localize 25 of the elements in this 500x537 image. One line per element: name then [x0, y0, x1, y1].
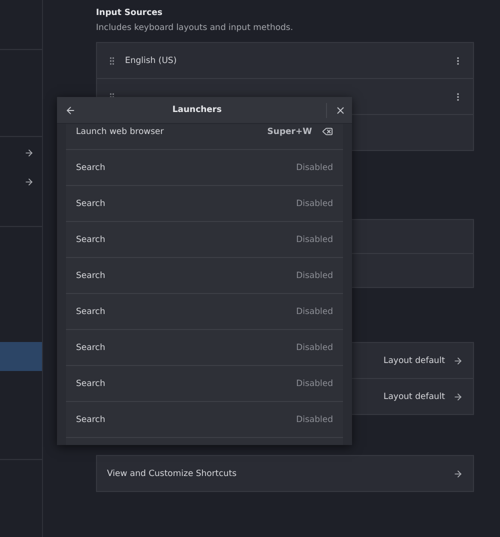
setting-value: Layout default	[383, 356, 445, 366]
shortcut-name: Search	[76, 234, 106, 244]
shortcut-key: Disabled	[296, 162, 333, 172]
setting-value: Layout default	[383, 392, 445, 402]
shortcut-name: Search	[76, 198, 106, 208]
shortcut-key: Disabled	[296, 234, 333, 244]
shortcut-name: Launch web browser	[76, 126, 165, 136]
input-source-name: English (US)	[125, 56, 177, 66]
section-subtitle: Includes keyboard layouts and input methods.	[96, 23, 294, 35]
shortcut-name: Search	[76, 162, 106, 172]
shortcut-name: Search	[76, 414, 106, 424]
shortcut-key: Disabled	[296, 342, 333, 352]
shortcut-key: Disabled	[296, 414, 333, 424]
shortcut-key: Disabled	[296, 378, 333, 388]
shortcut-key: Super+W	[267, 126, 312, 136]
shortcuts-label: View and Customize Shortcuts	[107, 468, 238, 478]
dialog-title: Launchers	[171, 105, 223, 115]
section-title: Input Sources	[96, 8, 164, 20]
shortcut-name: Search	[76, 306, 106, 316]
shortcut-name: Search	[76, 342, 106, 352]
shortcut-name: Search	[76, 378, 106, 388]
shortcut-key: Disabled	[296, 270, 333, 280]
shortcut-name: Search	[76, 270, 106, 280]
shortcut-key: Disabled	[296, 306, 333, 316]
shortcut-key: Disabled	[296, 198, 333, 208]
